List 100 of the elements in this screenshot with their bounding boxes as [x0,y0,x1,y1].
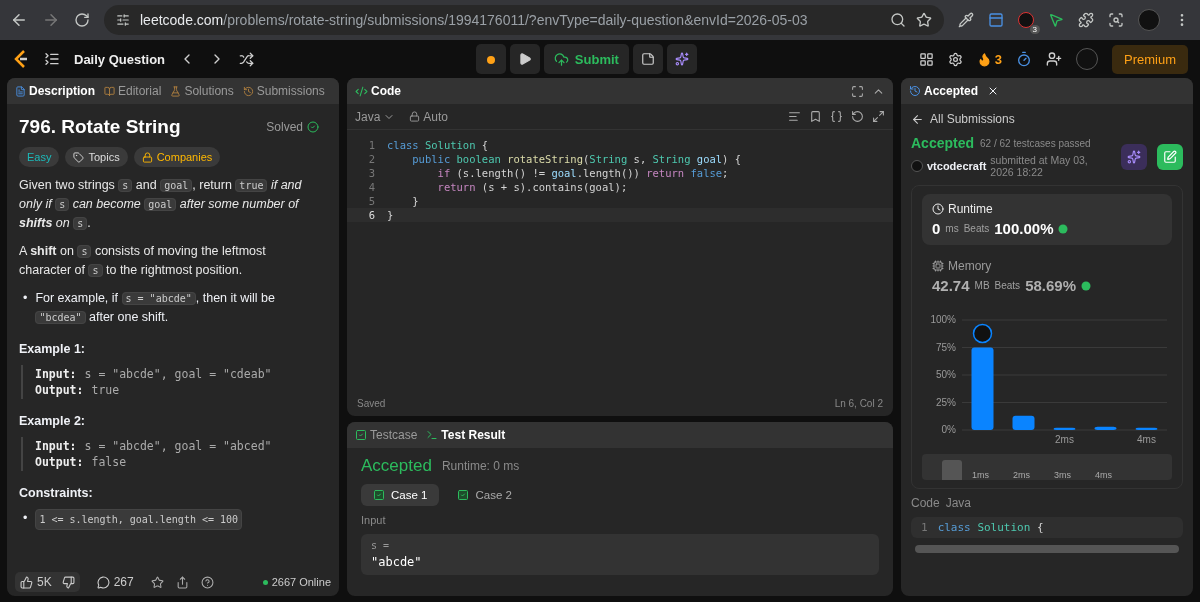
username: vtcodecraft [927,160,987,172]
share-icon[interactable] [175,575,189,589]
help-icon[interactable] [200,575,214,589]
site-settings-icon[interactable] [116,13,130,27]
debug-button[interactable] [475,44,506,74]
ai-button[interactable] [666,44,697,74]
code-line: if (s.length() != goal.length()) return false; [436,166,729,180]
comment-icon [96,575,110,589]
comments-button[interactable]: 267 [91,572,139,592]
output-label: Output: [35,382,84,398]
bookmark-star-icon[interactable] [916,12,932,28]
thumbs-down-icon [61,575,75,589]
settings-icon[interactable] [947,51,963,67]
range-label: 3ms [1054,470,1072,480]
code-icon [355,84,368,98]
avatar-marker-icon [972,323,993,344]
code-line: public boolean rotateString(String s, String goal) { [411,152,742,166]
forward-icon[interactable] [42,11,60,29]
axis-label: 50% [936,369,956,380]
fullscreen-icon[interactable] [851,84,864,98]
case-tab[interactable]: Case 1 [361,484,440,506]
beats-percent: 100.00% [994,220,1054,237]
edit-button[interactable] [1157,143,1183,170]
all-submissions-link[interactable]: All Submissions [911,110,1183,128]
code-editor[interactable]: 1 class Solution { 2 public boolean rotateString(String s, String goal) { 3 if (s.length() != goal.length()) return false; 4 return (s + s).contains(goal); 5 } 6 } [347,130,893,390]
tag-chip[interactable]: Companies [133,147,221,167]
tag-icon [73,151,85,163]
lock-icon [409,111,421,122]
bookmark-icon[interactable] [809,110,822,123]
metric-title: Runtime [948,202,993,216]
window-icon[interactable] [988,12,1004,28]
line-number: 5 [367,194,376,208]
result-verdict: Accepted [361,456,432,476]
reset-icon[interactable] [851,110,864,123]
horizontal-scrollbar[interactable] [915,545,1179,553]
search-icon[interactable] [890,12,906,28]
accepted-tab[interactable]: Accepted [909,84,979,98]
expand-icon[interactable] [872,110,885,123]
range-label: 4ms [1095,470,1113,480]
logo-icon[interactable] [12,49,30,69]
tab-search-icon[interactable] [1108,12,1124,28]
extension-badge: 3 [1029,25,1040,34]
tag-chip[interactable]: Topics [65,147,128,167]
panel-tab[interactable]: Description [15,84,95,98]
address-bar[interactable]: leetcode.com/problems/rotate-string/submissions/1994176011/?envType=daily-question&envId=2026-05-03 [104,5,944,35]
streak-counter[interactable]: 3 [976,51,1002,67]
line-number: 3 [367,166,376,180]
braces-icon[interactable] [830,110,843,123]
metric-card[interactable]: Memory 42.74 MB Beats 58.69% [922,251,1172,302]
ai-analysis-button[interactable] [1121,143,1147,170]
cursor-icon[interactable] [1048,12,1064,28]
back-icon[interactable] [10,11,28,29]
axis-label: 0% [941,424,956,435]
reload-icon[interactable] [74,12,90,28]
submit-button[interactable]: Submit [543,44,629,74]
premium-button[interactable]: Premium [1112,44,1188,74]
panel-tab[interactable]: Solutions [170,84,234,98]
axis-label: 4ms [1137,434,1156,445]
add-user-icon[interactable] [1046,51,1062,67]
range-label: 1ms [972,470,989,480]
notes-button[interactable] [632,44,663,74]
timer-icon[interactable] [1016,51,1032,67]
problem-list-title[interactable]: Daily Question [74,51,166,67]
shuffle-icon[interactable] [239,51,255,67]
panel-tab[interactable]: Submissions [242,84,325,98]
panel-tab[interactable]: Test Result [426,428,506,442]
grid-icon[interactable] [918,51,934,67]
bar [1053,427,1076,430]
book-icon [104,85,115,97]
metric-value: 0 [932,220,941,237]
testcases-passed: 62 / 62 testcases passed [980,137,1091,149]
code-label: Code [911,496,940,510]
lock-icon [141,151,153,163]
tag-chip[interactable]: Easy [19,147,60,167]
flask-icon [170,85,182,97]
run-button[interactable] [509,44,540,74]
language-select[interactable]: Java [355,109,396,124]
panel-tab[interactable]: Editorial [104,84,162,98]
metric-card[interactable]: Runtime 0 ms Beats 100.00% [922,194,1172,245]
extension-icon[interactable] [1018,12,1034,28]
constraints-title: Constraints: [19,486,94,500]
favorite-star-icon[interactable] [150,575,164,589]
eyedropper-icon[interactable] [958,12,974,28]
check-icon [307,121,319,133]
range-handle[interactable] [942,460,962,480]
extensions-icon[interactable] [1078,12,1094,28]
auto-mode-toggle[interactable]: Auto [409,109,449,124]
range-selector[interactable]: 1ms 2ms 3ms 4ms [922,454,1172,480]
metric-unit: ms [945,223,959,234]
case-tab[interactable]: Case 2 [445,484,524,506]
submission-verdict: Accepted [911,135,975,151]
code-tab[interactable]: Code [355,84,401,98]
terminal-icon [426,429,439,441]
flame-icon [976,51,992,67]
format-icon[interactable] [788,110,801,123]
sparkles-icon [1127,149,1141,164]
list-icon[interactable] [44,51,60,67]
arrow-left-icon [911,112,924,126]
code-line: return (s + s).contains(goal); [436,180,628,194]
panel-tab[interactable]: Testcase [355,428,418,442]
